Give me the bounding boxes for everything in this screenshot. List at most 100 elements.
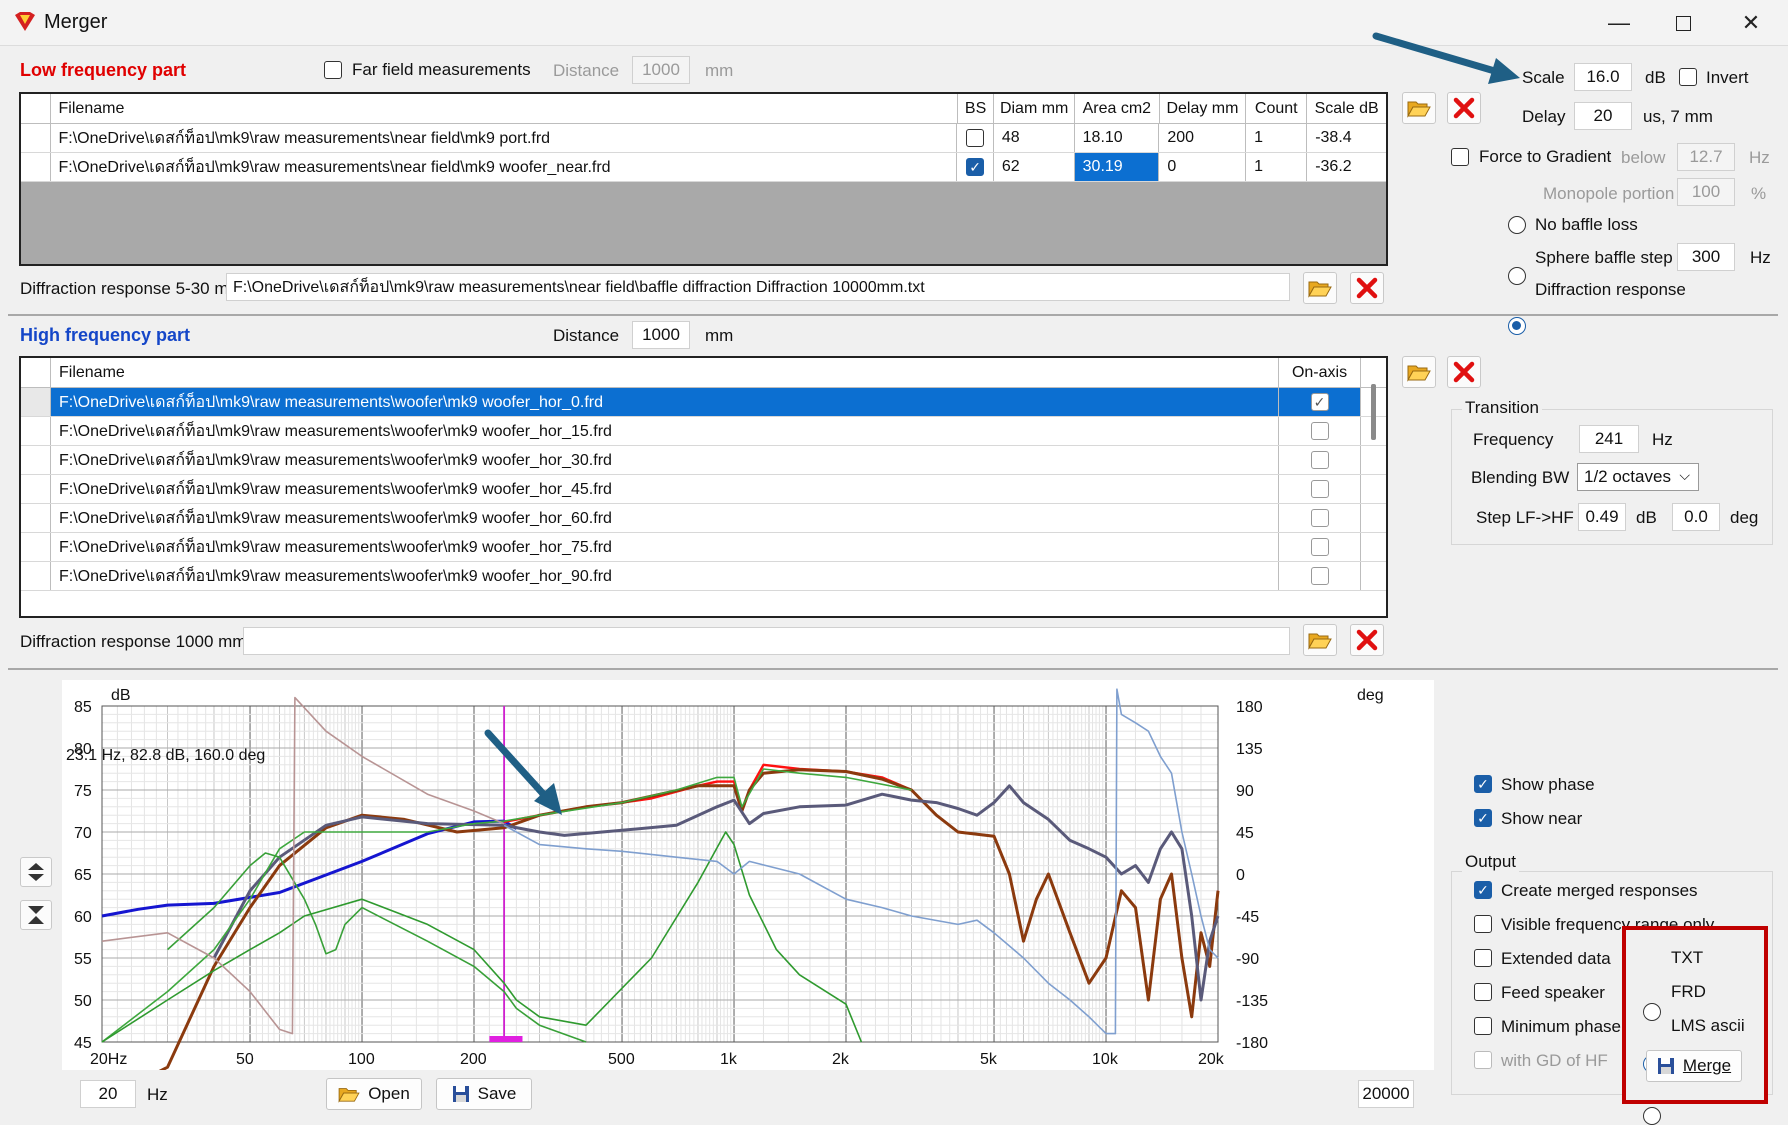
force-gradient-checkbox[interactable] [1451,148,1469,166]
hf-distance-input[interactable]: 1000 [632,321,690,349]
table-row[interactable]: F:\OneDrive\เดสก์ท็อป\mk9\raw measuremen… [21,153,1386,182]
monopole-input[interactable]: 100 [1677,178,1735,206]
zoom-out-vertical-button[interactable] [20,900,52,930]
x-max-input[interactable]: 20000 [1358,1080,1414,1108]
table-row[interactable]: F:\OneDrive\เดสก์ท็อป\mk9\raw measuremen… [21,533,1386,562]
step-deg-input[interactable]: 0.0 [1672,503,1720,531]
window-title: Merger [44,11,108,33]
hf-col-filename[interactable]: Filename [51,358,1279,387]
lf-col-area[interactable]: Area cm2 [1075,94,1160,123]
on-axis-checkbox[interactable] [1310,422,1329,440]
lf-file-grid[interactable]: Filename BS Diam mm Area cm2 Delay mm Co… [19,92,1388,266]
delay-input[interactable]: 20 [1574,102,1632,130]
hf-grid-scrollbar[interactable] [1371,384,1376,440]
bs-checkbox[interactable] [966,129,985,147]
hf-remove-button[interactable] [1447,356,1481,388]
lf-col-bs[interactable]: BS [958,94,995,123]
lf-row-filename[interactable]: F:\OneDrive\เดสก์ท็อป\mk9\raw measuremen… [51,124,958,152]
lf-row-area[interactable]: 30.19 [1074,153,1160,181]
hf-row-filename[interactable]: F:\OneDrive\เดสก์ท็อป\mk9\raw measuremen… [51,562,1279,590]
x-min-input[interactable]: 20 [80,1080,136,1108]
gd-hf-checkbox[interactable] [1474,1051,1492,1069]
lf-row-scale[interactable]: -36.2 [1307,153,1386,181]
lf-row-delay[interactable]: 200 [1159,124,1247,152]
step-db-input[interactable]: 0.49 [1578,503,1626,531]
zoom-in-vertical-button[interactable] [20,857,52,887]
bs-checkbox[interactable] [966,158,985,176]
hf-file-grid[interactable]: Filename On-axis F:\OneDrive\เดสก์ท็อป\m… [19,356,1388,618]
table-row[interactable]: F:\OneDrive\เดสก์ท็อป\mk9\raw measuremen… [21,504,1386,533]
hf-diffraction-open-button[interactable] [1303,624,1337,656]
on-axis-checkbox[interactable] [1310,567,1329,585]
feed-speaker-checkbox[interactable] [1474,983,1492,1001]
lf-row-diam[interactable]: 62 [994,153,1075,181]
sphere-baffle-input[interactable]: 300 [1677,243,1735,271]
lf-col-scale[interactable]: Scale dB [1307,94,1386,123]
visible-range-checkbox[interactable] [1474,915,1492,933]
blending-select[interactable]: 1/2 octaves ⌵ [1577,463,1699,491]
table-row[interactable]: F:\OneDrive\เดสก์ท็อป\mk9\raw measuremen… [21,388,1386,417]
frequency-response-plot[interactable]: 20Hz 50 100 200 500 1k 2k 5k 10k 20k8580757065605… [62,680,1434,1103]
scale-input[interactable]: 16.0 [1574,63,1632,91]
table-row[interactable]: F:\OneDrive\เดสก์ท็อป\mk9\raw measuremen… [21,124,1386,153]
on-axis-checkbox[interactable] [1310,480,1329,498]
lf-row-delay[interactable]: 0 [1159,153,1247,181]
plot-area[interactable]: 20Hz 50 100 200 500 1k 2k 5k 10k 20k 85 80 75 70 65 60 5… [62,680,1434,1103]
lf-row-filename[interactable]: F:\OneDrive\เดสก์ท็อป\mk9\raw measuremen… [51,153,958,181]
lf-col-delay[interactable]: Delay mm [1160,94,1247,123]
below-input[interactable]: 12.7 [1677,143,1735,171]
table-row[interactable]: F:\OneDrive\เดสก์ท็อป\mk9\raw measuremen… [21,562,1386,591]
far-field-checkbox[interactable] [324,61,342,79]
open-button[interactable]: Open [326,1078,422,1110]
lf-row-scale[interactable]: -38.4 [1307,124,1386,152]
table-row[interactable]: F:\OneDrive\เดสก์ท็อป\mk9\raw measuremen… [21,446,1386,475]
on-axis-checkbox[interactable] [1310,393,1329,411]
hf-col-onaxis[interactable]: On-axis [1279,358,1361,387]
save-button[interactable]: Save [436,1078,532,1110]
lf-col-count[interactable]: Count [1246,94,1308,123]
lf-distance-input[interactable]: 1000 [632,56,690,84]
hf-row-filename[interactable]: F:\OneDrive\เดสก์ท็อป\mk9\raw measuremen… [51,475,1279,503]
frequency-input[interactable]: 241 [1579,425,1639,453]
lms-ascii-radio[interactable] [1643,1107,1661,1125]
sphere-baffle-radio[interactable] [1508,267,1526,285]
lf-col-filename[interactable]: Filename [51,94,958,123]
create-merged-checkbox[interactable] [1474,881,1492,899]
diffraction-response-radio[interactable] [1508,317,1526,335]
lf-diffraction-path[interactable]: F:\OneDrive\เดสก์ท็อป\mk9\raw measuremen… [226,273,1290,301]
txt-radio[interactable] [1643,1003,1661,1021]
lf-row-diam[interactable]: 48 [994,124,1075,152]
extended-data-checkbox[interactable] [1474,949,1492,967]
minimize-button[interactable]: — [1590,0,1648,46]
hf-row-filename[interactable]: F:\OneDrive\เดสก์ท็อป\mk9\raw measuremen… [51,388,1279,416]
on-axis-checkbox[interactable] [1310,451,1329,469]
lf-row-count[interactable]: 1 [1246,124,1308,152]
hf-row-filename[interactable]: F:\OneDrive\เดสก์ท็อป\mk9\raw measuremen… [51,446,1279,474]
minimum-phase-checkbox[interactable] [1474,1017,1492,1035]
hf-diffraction-path[interactable] [243,627,1290,655]
lf-remove-button[interactable] [1447,92,1481,124]
lf-row-area[interactable]: 18.10 [1075,124,1160,152]
show-phase-checkbox[interactable] [1474,775,1492,793]
hf-row-filename[interactable]: F:\OneDrive\เดสก์ท็อป\mk9\raw measuremen… [51,504,1279,532]
close-button[interactable]: ✕ [1722,0,1780,46]
hf-diffraction-remove-button[interactable] [1350,624,1384,656]
table-row[interactable]: F:\OneDrive\เดสก์ท็อป\mk9\raw measuremen… [21,475,1386,504]
no-baffle-radio[interactable] [1508,216,1526,234]
feed-speaker-label: Feed speaker [1501,983,1605,1002]
lf-diffraction-open-button[interactable] [1303,272,1337,304]
hf-row-filename[interactable]: F:\OneDrive\เดสก์ท็อป\mk9\raw measuremen… [51,533,1279,561]
hf-row-filename[interactable]: F:\OneDrive\เดสก์ท็อป\mk9\raw measuremen… [51,417,1279,445]
table-row[interactable]: F:\OneDrive\เดสก์ท็อป\mk9\raw measuremen… [21,417,1386,446]
invert-checkbox[interactable] [1679,68,1697,86]
lf-row-count[interactable]: 1 [1246,153,1308,181]
maximize-button[interactable] [1654,0,1712,46]
lf-open-folder-button[interactable] [1402,92,1436,124]
show-near-checkbox[interactable] [1474,809,1492,827]
hf-open-folder-button[interactable] [1402,356,1436,388]
lf-diffraction-remove-button[interactable] [1350,272,1384,304]
merge-button[interactable]: Merge [1646,1050,1742,1082]
lf-col-diam[interactable]: Diam mm [994,94,1076,123]
on-axis-checkbox[interactable] [1310,538,1329,556]
on-axis-checkbox[interactable] [1310,509,1329,527]
